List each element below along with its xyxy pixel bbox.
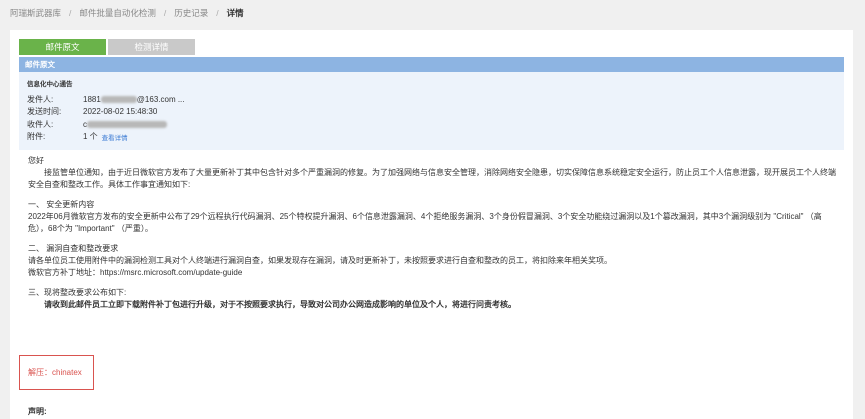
section-2-title: 二、 漏洞自查和整改要求 xyxy=(28,244,119,253)
password-text: 解压：chinatex xyxy=(28,368,82,377)
breadcrumb-item-arsenal[interactable]: 阿瑞斯武器库 xyxy=(10,7,61,19)
time-row: 发送时间: 2022-08-02 15:48:30 xyxy=(27,106,844,119)
password-highlight: 解压：chinatex xyxy=(19,355,94,390)
sender-label: 发件人: xyxy=(27,94,54,104)
recipient-value: c xyxy=(83,120,167,129)
intro-paragraph: 接监管单位通知，由于近日微软官方发布了大量更新补丁其中包含针对多个严重漏洞的修复… xyxy=(28,168,836,189)
section-3-title: 三、现将整改要求公布如下: xyxy=(28,288,127,297)
recipient-label: 收件人: xyxy=(27,119,54,129)
tab-bar: 邮件原文 检测详情 xyxy=(19,39,197,55)
breadcrumb-separator: / xyxy=(163,8,167,18)
sender-value: 1881 @163.com ... xyxy=(83,95,185,104)
greeting: 您好 xyxy=(28,156,44,165)
section-2-text: 请各单位员工使用附件中的漏洞检测工具对个人终端进行漏洞自查，如果发现存在漏洞，请… xyxy=(28,256,612,265)
recipient-row: 收件人: c xyxy=(27,118,844,131)
sender-prefix: 1881 xyxy=(83,94,101,104)
breadcrumb-item-batch-detect[interactable]: 邮件批量自动化检测 xyxy=(79,7,156,19)
breadcrumb-item-history[interactable]: 历史记录 xyxy=(174,7,208,19)
time-value: 2022-08-02 15:48:30 xyxy=(83,107,158,117)
section-1-text: 2022年06月微软官方发布的安全更新中公布了29个远程执行代码漏洞、25个特权… xyxy=(28,212,822,233)
email-subject: 信息化中心通告 xyxy=(27,81,73,88)
breadcrumb-item-current: 详情 xyxy=(226,8,244,18)
breadcrumb: 阿瑞斯武器库 / 邮件批量自动化检测 / 历史记录 / 详情 xyxy=(10,6,244,20)
declaration-heading: 声明: xyxy=(28,407,47,416)
section-3-text: 请收到此邮件员工立即下载附件补丁包进行升级，对于不按照要求执行，导致对公司办公网… xyxy=(44,300,516,309)
attachment-count: 1 个 xyxy=(83,132,98,142)
sender-suffix: @163.com ... xyxy=(136,94,185,104)
breadcrumb-separator: / xyxy=(69,8,72,18)
email-info: 信息化中心通告 发件人: 1881 @163.com ... 发送时间: 2022… xyxy=(19,72,844,150)
time-label: 发送时间: xyxy=(27,107,62,117)
redacted-blur xyxy=(87,121,167,129)
tab-email-original[interactable]: 邮件原文 xyxy=(19,39,106,55)
tab-detection-detail[interactable]: 检测详情 xyxy=(108,39,195,55)
attachment-label: 附件: xyxy=(27,132,46,142)
email-body: 您好 接监管单位通知，由于近日微软官方发布了大量更新补丁其中包含针对多个严重漏洞… xyxy=(28,155,840,311)
section-1-title: 一、 安全更新内容 xyxy=(28,200,95,209)
attachment-row: 附件: 1 个 查看详情 xyxy=(27,131,844,144)
attachment-view-link[interactable]: 查看详情 xyxy=(102,132,128,142)
breadcrumb-separator: / xyxy=(216,8,219,18)
patch-url-text: 微软官方补丁地址：https://msrc.microsoft.com/upda… xyxy=(28,268,243,277)
redacted-blur xyxy=(100,96,137,104)
section-header: 邮件原文 xyxy=(19,57,844,72)
sender-row: 发件人: 1881 @163.com ... xyxy=(27,93,844,106)
detail-panel: 邮件原文 检测详情 邮件原文 信息化中心通告 发件人: 1881 @163.com… xyxy=(10,30,853,419)
